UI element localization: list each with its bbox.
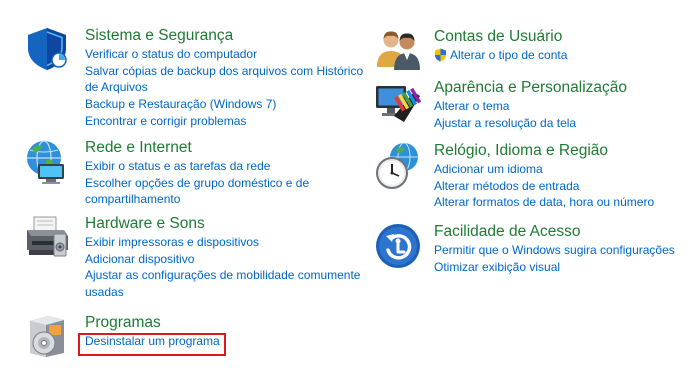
link-corrigir-problemas[interactable]: Encontrar e corrigir problemas	[85, 113, 375, 130]
link-backup-historico[interactable]: Salvar cópias de backup dos arquivos com…	[85, 63, 375, 96]
category-title-aparencia[interactable]: Aparência e Personalização	[434, 78, 684, 98]
link-status-rede[interactable]: Exibir o status e as tarefas da rede	[85, 158, 320, 175]
category-title-hardware[interactable]: Hardware e Sons	[85, 214, 375, 234]
link-tipo-conta-label: Alterar o tipo de conta	[450, 48, 568, 62]
ease-of-access-icon[interactable]	[374, 222, 424, 272]
category-title-facilidade[interactable]: Facilidade de Acesso	[434, 222, 694, 242]
link-tipo-conta[interactable]: Alterar o tipo de conta	[434, 47, 684, 64]
link-adicionar-idioma[interactable]: Adicionar um idioma	[434, 161, 694, 178]
display-palette-icon[interactable]	[374, 78, 424, 128]
link-formatos-data[interactable]: Alterar formatos de data, hora ou número	[434, 194, 694, 211]
link-backup-restauracao[interactable]: Backup e Restauração (Windows 7)	[85, 96, 375, 113]
link-grupo-domestico[interactable]: Escolher opções de grupo doméstico e de …	[85, 175, 320, 208]
link-exibicao-visual[interactable]: Otimizar exibição visual	[434, 259, 694, 276]
users-icon[interactable]	[374, 27, 424, 77]
link-mobilidade[interactable]: Ajustar as configurações de mobilidade c…	[85, 267, 375, 300]
network-globe-icon[interactable]	[24, 138, 74, 188]
link-impressoras-dispositivos[interactable]: Exibir impressoras e dispositivos	[85, 234, 375, 251]
uac-shield-icon	[435, 48, 446, 62]
shield-icon[interactable]	[24, 26, 74, 76]
programs-disc-icon[interactable]	[24, 313, 74, 363]
link-metodos-entrada[interactable]: Alterar métodos de entrada	[434, 178, 694, 195]
link-windows-sugira[interactable]: Permitir que o Windows sugira configuraç…	[434, 242, 694, 259]
category-title-rede[interactable]: Rede e Internet	[85, 138, 320, 158]
category-title-relogio[interactable]: Relógio, Idioma e Região	[434, 141, 694, 161]
category-title-sistema[interactable]: Sistema e Segurança	[85, 26, 375, 46]
link-alterar-tema[interactable]: Alterar o tema	[434, 98, 684, 115]
link-adicionar-dispositivo[interactable]: Adicionar dispositivo	[85, 251, 375, 268]
link-verificar-status[interactable]: Verificar o status do computador	[85, 46, 375, 63]
highlight-box	[78, 333, 226, 356]
printer-icon[interactable]	[24, 214, 74, 264]
category-title-programas[interactable]: Programas	[85, 313, 305, 333]
clock-globe-icon[interactable]	[374, 141, 424, 191]
link-resolucao-tela[interactable]: Ajustar a resolução da tela	[434, 115, 684, 132]
category-title-contas[interactable]: Contas de Usuário	[434, 27, 684, 47]
